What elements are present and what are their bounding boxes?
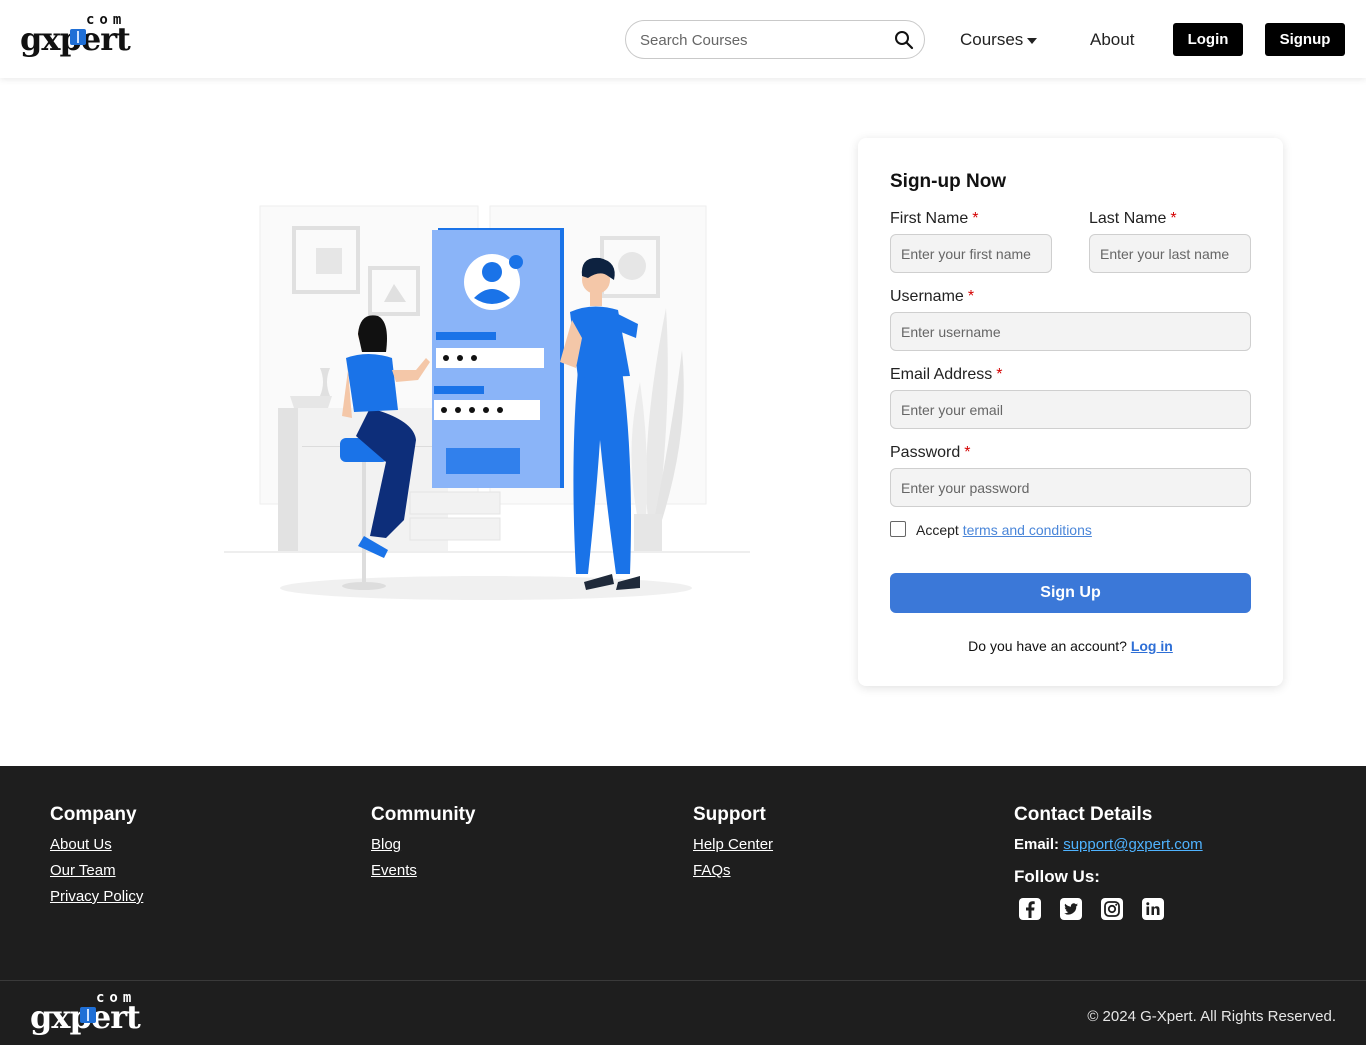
email-label: Email Address * <box>890 366 1003 384</box>
email-label: Email: <box>1014 836 1060 853</box>
terms-link[interactable]: terms and conditions <box>963 522 1092 538</box>
contact-email: Email: support@gxpert.com <box>1014 836 1203 853</box>
terms-checkbox[interactable] <box>890 521 906 537</box>
accept-label: Accept <box>916 522 959 538</box>
first-name-label: First Name * <box>890 210 978 228</box>
footer-link-blog[interactable]: Blog <box>371 836 476 853</box>
footer-link-about-us[interactable]: About Us <box>50 836 143 853</box>
required-marker: * <box>964 444 971 461</box>
last-name-label-text: Last Name <box>1089 210 1167 227</box>
signup-button[interactable]: Signup <box>1265 23 1345 56</box>
password-label: Password * <box>890 444 970 462</box>
required-marker: * <box>996 366 1003 383</box>
footer-community-column: Community Blog Events <box>371 804 476 888</box>
footer-link-faqs[interactable]: FAQs <box>693 862 773 879</box>
instagram-icon[interactable] <box>1100 897 1124 921</box>
social-links <box>1018 897 1203 921</box>
footer-brand-logo[interactable]: gxpert com <box>30 990 160 1036</box>
signup-form-card: Sign-up Now First Name* Last Name* Usern… <box>858 138 1283 686</box>
form-title: Sign-up Now <box>890 171 1007 192</box>
nav-courses-label: Courses <box>960 30 1024 49</box>
sign-up-button[interactable]: Sign Up <box>890 573 1251 613</box>
copyright-text: © 2024 G-Xpert. All Rights Reserved. <box>1087 1008 1336 1025</box>
password-input[interactable] <box>890 468 1251 507</box>
top-navbar: gxpert com Courses About Login Signup <box>0 0 1366 78</box>
footer-contact-column: Contact Details Email: support@gxpert.co… <box>1014 804 1203 921</box>
terms-text: Accept terms and conditions <box>916 522 1092 538</box>
search-bar <box>625 20 925 59</box>
first-name-label-text: First Name <box>890 210 969 227</box>
logo-suffix: com <box>96 990 137 1006</box>
follow-us-label: Follow Us: <box>1014 867 1100 886</box>
footer-contact-title: Contact Details <box>1014 804 1153 825</box>
footer-link-help-center[interactable]: Help Center <box>693 836 773 853</box>
username-label: Username * <box>890 288 974 306</box>
email-label-text: Email Address <box>890 366 993 383</box>
password-label-text: Password <box>890 444 961 461</box>
last-name-input[interactable] <box>1089 234 1251 273</box>
email-input[interactable] <box>890 390 1251 429</box>
footer-company-title: Company <box>50 804 137 825</box>
nav-courses-dropdown[interactable]: Courses <box>960 30 1038 50</box>
username-input[interactable] <box>890 312 1251 351</box>
footer-divider <box>0 980 1366 981</box>
footer-company-column: Company About Us Our Team Privacy Policy <box>50 804 143 914</box>
book-icon <box>70 29 86 45</box>
username-label-text: Username <box>890 288 964 305</box>
footer-community-title: Community <box>371 804 476 825</box>
required-marker: * <box>1170 210 1177 227</box>
last-name-label: Last Name * <box>1089 210 1177 228</box>
logo-suffix: com <box>86 12 127 28</box>
login-link[interactable]: Log in <box>1131 638 1173 654</box>
site-footer: Company About Us Our Team Privacy Policy… <box>0 766 1366 1045</box>
footer-link-our-team[interactable]: Our Team <box>50 862 143 879</box>
twitter-icon[interactable] <box>1059 897 1083 921</box>
required-marker: * <box>967 288 975 305</box>
first-name-input[interactable] <box>890 234 1052 273</box>
book-icon <box>80 1007 96 1023</box>
footer-link-privacy-policy[interactable]: Privacy Policy <box>50 888 143 905</box>
facebook-icon[interactable] <box>1018 897 1042 921</box>
search-input[interactable] <box>640 29 880 51</box>
caret-down-icon <box>1027 37 1038 44</box>
support-email-link[interactable]: support@gxpert.com <box>1063 836 1202 853</box>
nav-about-link[interactable]: About <box>1090 30 1134 50</box>
footer-support-title: Support <box>693 804 766 825</box>
login-prompt: Do you have an account? Log in <box>858 638 1283 654</box>
footer-link-events[interactable]: Events <box>371 862 476 879</box>
required-marker: * <box>972 210 979 227</box>
login-prompt-text: Do you have an account? <box>968 638 1127 654</box>
linkedin-icon[interactable] <box>1141 897 1165 921</box>
footer-support-column: Support Help Center FAQs <box>693 804 773 888</box>
search-icon[interactable] <box>894 30 914 50</box>
signup-illustration <box>224 205 750 600</box>
brand-logo[interactable]: gxpert com <box>20 12 150 58</box>
login-button[interactable]: Login <box>1173 23 1243 56</box>
